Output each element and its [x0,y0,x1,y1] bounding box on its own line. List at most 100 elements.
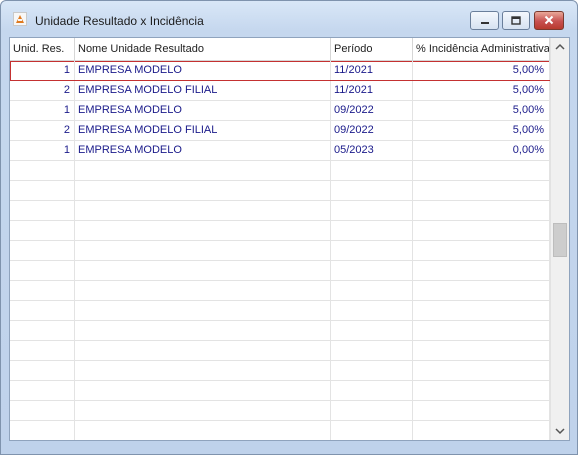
table-row[interactable]: 1 EMPRESA MODELO 11/2021 5,00% [10,61,550,81]
cell-periodo[interactable]: 11/2021 [331,81,413,100]
empty-cell [10,241,75,260]
empty-table-row [10,181,550,201]
empty-cell [413,241,550,260]
empty-cell [413,361,550,380]
empty-table-row [10,161,550,181]
window-title: Unidade Resultado x Incidência [35,14,204,28]
cell-unid-res[interactable]: 2 [10,81,75,100]
empty-table-row [10,381,550,401]
empty-cell [331,401,413,420]
empty-cell [75,201,331,220]
empty-cell [331,261,413,280]
column-header-periodo[interactable]: Período [331,38,413,60]
table-row[interactable]: 1 EMPRESA MODELO 05/2023 0,00% [10,141,550,161]
empty-cell [75,361,331,380]
empty-cell [75,421,331,440]
empty-table-row [10,401,550,421]
app-logo-icon [13,12,27,26]
empty-cell [331,361,413,380]
empty-cell [413,381,550,400]
empty-cell [413,161,550,180]
empty-table-row [10,341,550,361]
empty-cell [75,401,331,420]
empty-cell [331,421,413,440]
empty-table-row [10,261,550,281]
cell-unid-res[interactable]: 2 [10,121,75,140]
column-header-incidencia[interactable]: % Incidência Administrativa [413,38,550,60]
empty-cell [75,241,331,260]
cell-unid-res[interactable]: 1 [10,101,75,120]
grid-header: Unid. Res. Nome Unidade Resultado Períod… [10,38,550,61]
empty-cell [331,341,413,360]
chevron-up-icon [555,43,565,50]
close-button[interactable] [534,11,564,30]
cell-nome-unidade[interactable]: EMPRESA MODELO [75,141,331,160]
title-bar[interactable]: Unidade Resultado x Incidência [1,1,577,37]
table-row[interactable]: 2 EMPRESA MODELO FILIAL 11/2021 5,00% [10,81,550,101]
scroll-thumb[interactable] [553,223,567,257]
minimize-button[interactable] [470,11,499,30]
empty-table-row [10,281,550,301]
column-header-nome-unidade[interactable]: Nome Unidade Resultado [75,38,331,60]
cell-periodo[interactable]: 11/2021 [331,61,413,80]
empty-cell [331,281,413,300]
empty-cell [75,161,331,180]
scroll-down-button[interactable] [551,423,569,440]
empty-table-row [10,221,550,241]
cell-incidencia[interactable]: 5,00% [413,101,550,120]
maximize-button[interactable] [502,11,530,30]
empty-cell [413,301,550,320]
empty-cell [331,181,413,200]
empty-cell [75,221,331,240]
table-row[interactable]: 1 EMPRESA MODELO 09/2022 5,00% [10,101,550,121]
cell-nome-unidade[interactable]: EMPRESA MODELO FILIAL [75,81,331,100]
minimize-icon [480,12,490,30]
empty-cell [413,201,550,220]
empty-cell [413,401,550,420]
cell-incidencia[interactable]: 5,00% [413,61,550,80]
cell-nome-unidade[interactable]: EMPRESA MODELO [75,61,331,80]
chevron-down-icon [555,428,565,435]
empty-cell [331,161,413,180]
empty-cell [75,281,331,300]
column-header-unid-res[interactable]: Unid. Res. [10,38,75,60]
empty-cell [75,321,331,340]
cell-nome-unidade[interactable]: EMPRESA MODELO FILIAL [75,121,331,140]
cell-nome-unidade[interactable]: EMPRESA MODELO [75,101,331,120]
empty-cell [75,261,331,280]
cell-periodo[interactable]: 09/2022 [331,121,413,140]
empty-cell [10,161,75,180]
empty-cell [331,201,413,220]
empty-cell [10,421,75,440]
empty-cell [413,341,550,360]
empty-table-row [10,241,550,261]
empty-table-row [10,321,550,341]
empty-cell [413,321,550,340]
cell-incidencia[interactable]: 5,00% [413,81,550,100]
cell-periodo[interactable]: 05/2023 [331,141,413,160]
app-window: Unidade Resultado x Incidência Unid. Res… [0,0,578,455]
grid-container: Unid. Res. Nome Unidade Resultado Períod… [9,37,570,441]
empty-cell [10,281,75,300]
cell-unid-res[interactable]: 1 [10,141,75,160]
empty-cell [10,341,75,360]
empty-cell [75,181,331,200]
empty-cell [413,281,550,300]
cell-unid-res[interactable]: 1 [10,61,75,80]
table-row[interactable]: 2 EMPRESA MODELO FILIAL 09/2022 5,00% [10,121,550,141]
scroll-up-button[interactable] [551,38,569,55]
empty-cell [10,321,75,340]
empty-cell [10,201,75,220]
cell-periodo[interactable]: 09/2022 [331,101,413,120]
empty-cell [75,381,331,400]
empty-cell [75,341,331,360]
cell-incidencia[interactable]: 5,00% [413,121,550,140]
empty-table-row [10,301,550,321]
empty-cell [10,361,75,380]
empty-cell [413,261,550,280]
empty-table-row [10,201,550,221]
empty-cell [331,381,413,400]
cell-incidencia[interactable]: 0,00% [413,141,550,160]
empty-cell [75,301,331,320]
vertical-scrollbar[interactable] [550,38,569,440]
